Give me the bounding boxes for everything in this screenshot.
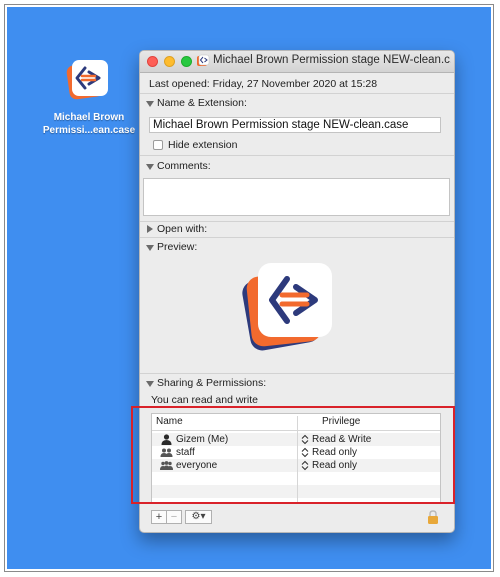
case-file-icon[interactable] xyxy=(63,55,113,105)
name-extension-field[interactable]: Michael Brown Permission stage NEW-clean… xyxy=(149,117,441,133)
last-opened-row: Last opened: Friday, 27 November 2020 at… xyxy=(149,78,377,90)
case-file-icon xyxy=(197,54,210,66)
last-opened-value: Friday, 27 November 2020 at 15:28 xyxy=(212,78,378,90)
desktop-file-label-line2: Permissi...ean.case xyxy=(42,125,136,136)
highlight-box xyxy=(131,406,455,504)
section-open-with[interactable]: Open with: xyxy=(157,223,207,235)
section-name-extension[interactable]: Name & Extension: xyxy=(157,97,247,109)
last-opened-label: Last opened: xyxy=(149,78,210,90)
add-user-button[interactable]: + xyxy=(151,510,167,524)
window-title: Michael Brown Permission stage NEW-clean… xyxy=(213,54,451,66)
section-sharing-permissions[interactable]: Sharing & Permissions: xyxy=(157,377,266,389)
hide-extension-checkbox[interactable] xyxy=(153,140,163,150)
divider xyxy=(140,373,454,374)
disclosure-triangle-icon[interactable] xyxy=(146,164,154,170)
divider xyxy=(140,221,454,222)
section-preview[interactable]: Preview: xyxy=(157,241,197,253)
case-file-icon xyxy=(242,263,332,351)
comments-textarea[interactable] xyxy=(143,178,450,216)
lock-icon[interactable] xyxy=(427,510,439,524)
disclosure-triangle-icon[interactable] xyxy=(146,245,154,251)
section-comments[interactable]: Comments: xyxy=(157,160,211,172)
close-button[interactable] xyxy=(147,56,158,67)
disclosure-triangle-icon[interactable] xyxy=(147,225,153,233)
zoom-button[interactable] xyxy=(181,56,192,67)
disclosure-triangle-icon[interactable] xyxy=(146,381,154,387)
desktop-file-label-line1: Michael Brown xyxy=(53,112,125,123)
remove-user-button[interactable]: − xyxy=(166,510,182,524)
divider xyxy=(140,155,454,156)
hide-extension-label: Hide extension xyxy=(168,139,238,151)
gear-menu-button[interactable]: ⚙▾ xyxy=(185,510,212,524)
divider xyxy=(140,237,454,238)
minimize-button[interactable] xyxy=(164,56,175,67)
divider xyxy=(140,93,454,94)
window-titlebar[interactable]: Michael Brown Permission stage NEW-clean… xyxy=(140,51,454,73)
disclosure-triangle-icon[interactable] xyxy=(146,101,154,107)
sharing-status: You can read and write xyxy=(151,394,259,406)
desktop-file-label[interactable]: Michael Brown Permissi...ean.case xyxy=(35,111,143,137)
